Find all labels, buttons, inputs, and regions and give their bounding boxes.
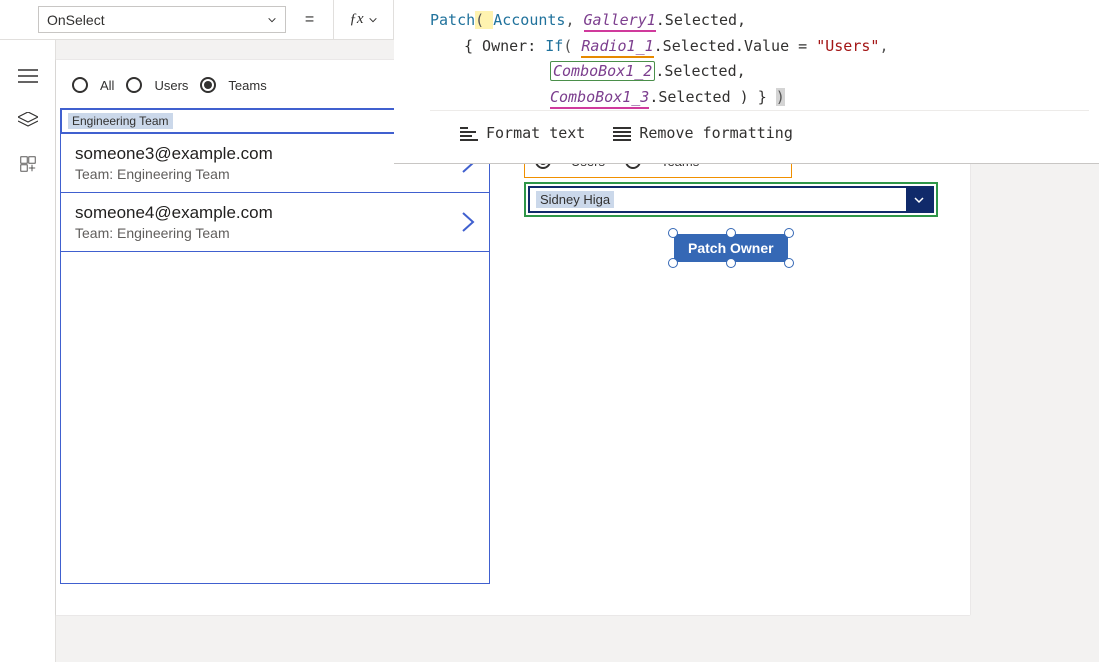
remove-formatting-label: Remove formatting (639, 121, 793, 147)
list-item-title: someone4@example.com (75, 203, 461, 223)
radio-teams-label: Teams (228, 78, 266, 93)
formula-toolbar: Format text Remove formatting (430, 110, 1089, 157)
radio-users[interactable] (126, 77, 142, 93)
resize-handle[interactable] (784, 258, 794, 268)
layers-icon[interactable] (18, 112, 38, 128)
list-item[interactable]: someone4@example.com Team: Engineering T… (61, 193, 489, 252)
resize-handle[interactable] (726, 258, 736, 268)
patch-owner-button[interactable]: Patch Owner (674, 234, 788, 262)
format-text-icon (460, 127, 478, 141)
list-item-subtitle: Team: Engineering Team (75, 225, 461, 241)
resize-handle[interactable] (668, 258, 678, 268)
right-combobox-outline: Sidney Higa (524, 182, 938, 217)
radio-users-label: Users (154, 78, 188, 93)
radio-teams[interactable] (200, 77, 216, 93)
formula-line-1: Patch( Accounts, Gallery1.Selected, (430, 8, 1089, 34)
chevron-down-icon (368, 15, 378, 25)
fx-button[interactable]: ƒx (334, 0, 394, 39)
chevron-down-icon (267, 15, 277, 25)
format-text-button[interactable]: Format text (460, 121, 585, 147)
radio-all-label: All (100, 78, 114, 93)
property-dropdown[interactable]: OnSelect (38, 6, 286, 33)
insert-icon[interactable] (18, 156, 38, 172)
remove-formatting-button[interactable]: Remove formatting (613, 121, 793, 147)
gallery[interactable]: someone3@example.com Team: Engineering T… (60, 134, 490, 584)
fx-label: ƒx (349, 11, 363, 28)
patch-owner-label: Patch Owner (688, 240, 774, 256)
remove-formatting-icon (613, 127, 631, 141)
format-text-label: Format text (486, 121, 585, 147)
formula-line-2: { Owner: If( Radio1_1.Selected.Value = "… (430, 34, 1089, 60)
equals-label: = (286, 0, 334, 39)
right-combobox-value: Sidney Higa (530, 188, 906, 211)
patch-button-selection: Patch Owner (674, 234, 788, 262)
resize-handle[interactable] (726, 228, 736, 238)
right-combobox[interactable]: Sidney Higa (528, 186, 934, 213)
resize-handle[interactable] (668, 228, 678, 238)
formula-line-3: ComboBox1_2.Selected, (430, 59, 1089, 85)
resize-handle[interactable] (784, 228, 794, 238)
chevron-right-icon[interactable] (461, 211, 475, 233)
formula-line-4: ComboBox1_3.Selected ) } ) (430, 85, 1089, 111)
radio-all[interactable] (72, 77, 88, 93)
left-rail (0, 40, 56, 662)
hamburger-icon[interactable] (18, 68, 38, 84)
property-dropdown-value: OnSelect (47, 12, 267, 28)
chevron-down-icon[interactable] (906, 188, 932, 211)
list-item-subtitle: Team: Engineering Team (75, 166, 461, 182)
formula-bar[interactable]: Patch( Accounts, Gallery1.Selected, { Ow… (394, 0, 1099, 164)
